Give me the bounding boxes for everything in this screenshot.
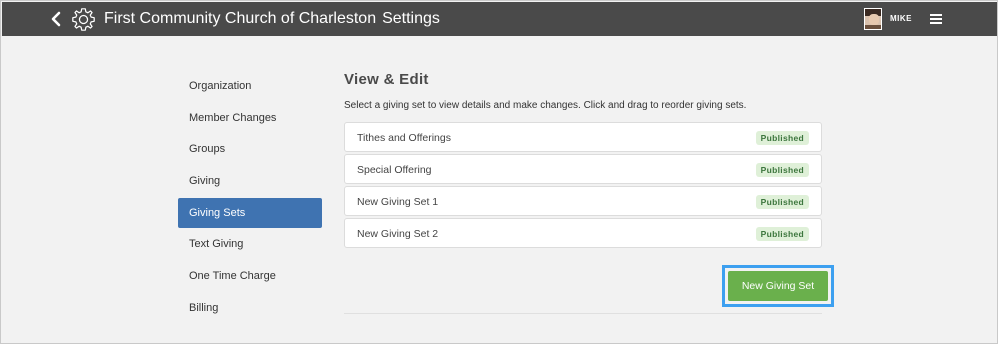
user-name[interactable]: MIKE [890,14,912,23]
avatar[interactable] [864,8,882,30]
new-giving-set-button[interactable]: New Giving Set [728,271,828,301]
giving-set-row[interactable]: Special Offering Published [344,154,822,184]
settings-nav: Organization Member Changes Groups Givin… [178,71,322,324]
hamburger-menu-icon [930,14,942,16]
top-bar: First Community Church of Charleston Sett… [2,2,997,36]
sidebar-item-organization[interactable]: Organization [178,71,322,103]
giving-set-name: Special Offering [357,164,432,176]
giving-set-list: Tithes and Offerings Published Special O… [344,122,822,248]
app-window: First Community Church of Charleston Sett… [0,0,998,344]
sidebar-item-one-time-charge[interactable]: One Time Charge [178,261,322,293]
back-button[interactable] [46,7,66,31]
section-description: Select a giving set to view details and … [344,100,747,111]
chevron-left-icon [51,11,61,27]
sidebar-item-member-changes[interactable]: Member Changes [178,103,322,135]
divider [344,313,822,314]
sidebar-item-groups[interactable]: Groups [178,134,322,166]
status-badge: Published [755,227,809,241]
section-title: View & Edit [344,71,429,88]
giving-set-row[interactable]: New Giving Set 2 Published [344,218,822,248]
sidebar-item-text-giving[interactable]: Text Giving [178,229,322,261]
status-badge: Published [755,131,809,145]
giving-set-row[interactable]: New Giving Set 1 Published [344,186,822,216]
organization-name: First Community Church of Charleston [104,10,377,27]
new-giving-set-highlight: New Giving Set [722,265,834,307]
sidebar-item-billing[interactable]: Billing [178,293,322,325]
gear-icon [72,8,95,31]
menu-button[interactable] [930,12,944,26]
page-title: First Community Church of Charleston Sett… [104,10,440,28]
section-name: Settings [382,10,440,27]
status-badge: Published [755,195,809,209]
giving-set-name: Tithes and Offerings [357,132,451,144]
giving-set-name: New Giving Set 2 [357,228,439,240]
main-content: View & Edit Select a giving set to view … [344,71,822,250]
sidebar-item-giving-sets[interactable]: Giving Sets [178,198,322,229]
giving-set-name: New Giving Set 1 [357,196,439,208]
giving-set-row[interactable]: Tithes and Offerings Published [344,122,822,152]
sidebar-item-giving[interactable]: Giving [178,166,322,198]
status-badge: Published [755,163,809,177]
